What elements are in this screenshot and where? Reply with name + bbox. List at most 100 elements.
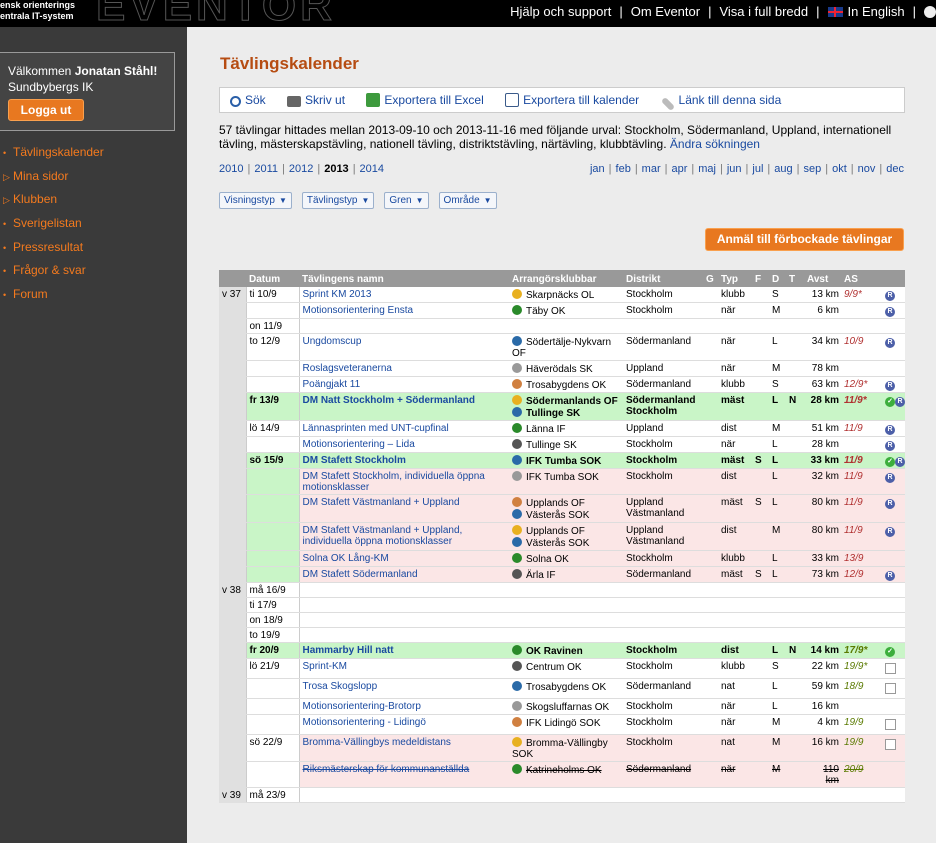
competition-name-link[interactable]: Hammarby Hill natt xyxy=(299,642,509,659)
check-icon[interactable]: ✓ xyxy=(885,397,895,407)
register-icon[interactable]: R xyxy=(895,397,905,407)
month-link[interactable]: mar xyxy=(642,163,661,175)
column-header[interactable]: Distrikt xyxy=(623,270,703,287)
competition-name-link[interactable]: Bromma-Vällingbys medeldistans xyxy=(299,734,509,762)
month-link[interactable]: apr xyxy=(671,163,687,175)
check-icon[interactable]: ✓ xyxy=(885,457,895,467)
logout-button[interactable]: Logga ut xyxy=(8,99,84,121)
competition-name-link[interactable]: Roslagsveteranerna xyxy=(299,360,509,377)
month-link[interactable]: maj xyxy=(698,163,716,175)
month-link[interactable]: feb xyxy=(616,163,631,175)
column-header[interactable]: Avst xyxy=(804,270,841,287)
select-checkbox[interactable] xyxy=(885,683,896,694)
competition-name-link[interactable]: Riksmästerskap för kommunanställda xyxy=(299,761,509,788)
column-header[interactable]: G xyxy=(703,270,718,287)
register-button[interactable]: Anmäl till förbockade tävlingar xyxy=(705,228,904,251)
club-logo-icon xyxy=(512,379,522,389)
competition-name-link[interactable]: Trosa Skogslopp xyxy=(299,678,509,699)
filter-dropdown[interactable]: Tävlingstyp ▼ xyxy=(301,192,375,209)
register-icon[interactable]: R xyxy=(885,571,895,581)
export-excel-button[interactable]: Exportera till Excel xyxy=(366,93,484,107)
register-icon[interactable]: R xyxy=(885,381,895,391)
competition-name-link[interactable]: DM Stafett Västmanland + Uppland xyxy=(299,494,509,523)
change-search-link[interactable]: Ändra sökningen xyxy=(670,137,760,151)
action-cell xyxy=(882,761,905,788)
register-icon[interactable]: R xyxy=(885,499,895,509)
eventor-logo[interactable]: EVENTOR xyxy=(96,0,336,27)
register-icon[interactable]: R xyxy=(885,441,895,451)
filter-dropdown[interactable]: Gren ▼ xyxy=(384,192,429,209)
competition-name-link[interactable]: Ungdomscup xyxy=(299,333,509,361)
register-icon[interactable]: R xyxy=(885,291,895,301)
competition-name-link[interactable]: DM Stafett Stockholm, individuella öppna… xyxy=(299,468,509,495)
link-button[interactable]: Länk till denna sida xyxy=(660,93,781,112)
register-icon[interactable]: R xyxy=(895,457,905,467)
month-link[interactable]: jun xyxy=(727,163,742,175)
year-link[interactable]: 2011 xyxy=(254,163,278,175)
column-header[interactable]: T xyxy=(786,270,804,287)
year-link[interactable]: 2010 xyxy=(219,163,243,175)
register-icon[interactable]: R xyxy=(885,338,895,348)
year-link[interactable]: 2014 xyxy=(360,163,384,175)
column-header[interactable]: Tävlingens namn xyxy=(299,270,509,287)
sidebar-item[interactable]: • Sverigelistan xyxy=(0,216,187,240)
month-link[interactable]: jan xyxy=(590,163,605,175)
competition-name-link[interactable]: Motionsorientering – Lida xyxy=(299,436,509,453)
competition-name-link[interactable]: Motionsorientering-Brotorp xyxy=(299,698,509,715)
register-icon[interactable]: R xyxy=(885,527,895,537)
competition-name-link[interactable]: DM Stafett Södermanland xyxy=(299,566,509,583)
uk-flag-icon[interactable] xyxy=(827,7,843,17)
sidebar-item[interactable]: • Pressresultat xyxy=(0,240,187,264)
sidebar-item[interactable]: • Frågor & svar xyxy=(0,263,187,287)
year-link[interactable]: 2013 xyxy=(324,163,348,175)
column-header[interactable]: F xyxy=(752,270,769,287)
register-icon[interactable]: R xyxy=(885,425,895,435)
competition-name-link[interactable]: DM Stafett Västmanland + Uppland, indivi… xyxy=(299,522,509,551)
year-link[interactable]: 2012 xyxy=(289,163,313,175)
select-checkbox[interactable] xyxy=(885,663,896,674)
sidebar-item[interactable]: ▷ Mina sidor xyxy=(0,169,187,193)
main-content: Tävlingskalender Sök Skriv ut Exportera … xyxy=(187,27,936,843)
month-link[interactable]: dec xyxy=(886,163,904,175)
distance-cell: 80 km xyxy=(804,522,841,551)
lock-icon[interactable] xyxy=(924,6,936,18)
sidebar-item[interactable]: • Forum xyxy=(0,287,187,311)
sidebar-item[interactable]: • Tävlingskalender xyxy=(0,145,187,169)
month-link[interactable]: nov xyxy=(858,163,876,175)
print-button[interactable]: Skriv ut xyxy=(287,93,345,107)
english-link[interactable]: In English xyxy=(848,4,905,19)
select-checkbox[interactable] xyxy=(885,719,896,730)
search-button[interactable]: Sök xyxy=(230,93,266,107)
competition-name-link[interactable]: Poängjakt 11 xyxy=(299,376,509,393)
register-icon[interactable]: R xyxy=(885,473,895,483)
competition-name-link[interactable]: DM Stafett Stockholm xyxy=(299,452,509,469)
column-header[interactable]: Datum xyxy=(246,270,299,287)
full-width-link[interactable]: Visa i full bredd xyxy=(719,4,808,19)
sidebar-item[interactable]: ▷ Klubben xyxy=(0,192,187,216)
check-icon[interactable]: ✓ xyxy=(885,647,895,657)
competition-name-link[interactable]: Sprint-KM xyxy=(299,658,509,679)
competition-name-link[interactable]: Sprint KM 2013 xyxy=(299,287,509,303)
column-header[interactable]: D xyxy=(769,270,786,287)
competition-name-link[interactable]: Lännasprinten med UNT-cupfinal xyxy=(299,420,509,437)
month-link[interactable]: sep xyxy=(803,163,821,175)
help-link[interactable]: Hjälp och support xyxy=(510,4,611,19)
column-header[interactable]: Arrangörsklubbar xyxy=(509,270,623,287)
column-header[interactable]: AS xyxy=(841,270,882,287)
competition-name-link[interactable]: Motionsorientering - Lidingö xyxy=(299,714,509,735)
about-link[interactable]: Om Eventor xyxy=(631,4,700,19)
month-link[interactable]: aug xyxy=(774,163,792,175)
register-icon[interactable]: R xyxy=(885,307,895,317)
competition-name-link[interactable]: Solna OK Lång-KM xyxy=(299,550,509,567)
f-cell xyxy=(752,392,769,421)
month-link[interactable]: jul xyxy=(752,163,763,175)
filter-dropdown[interactable]: Område ▼ xyxy=(438,192,497,209)
competition-name-link[interactable]: DM Natt Stockholm + Södermanland xyxy=(299,392,509,421)
select-checkbox[interactable] xyxy=(885,739,896,750)
column-header[interactable]: Typ xyxy=(718,270,752,287)
month-link[interactable]: okt xyxy=(832,163,847,175)
filter-dropdown[interactable]: Visningstyp ▼ xyxy=(219,192,292,209)
export-calendar-button[interactable]: Exportera till kalender xyxy=(505,93,639,107)
competition-name-link[interactable]: Motionsorientering Ensta xyxy=(299,302,509,319)
d-cell: S xyxy=(769,376,786,393)
